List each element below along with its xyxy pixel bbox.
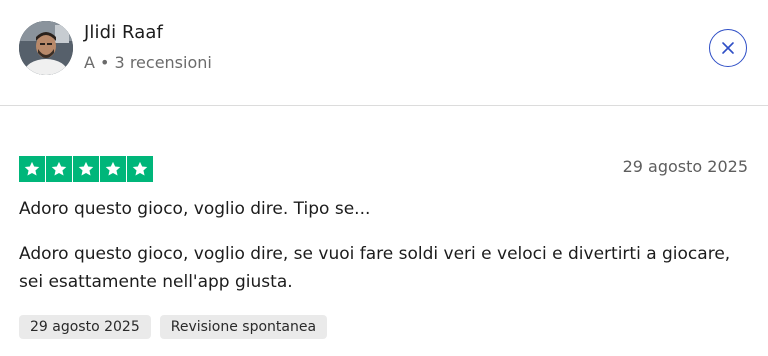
avatar[interactable] bbox=[19, 21, 73, 75]
star-icon bbox=[19, 156, 45, 182]
star-rating bbox=[19, 156, 153, 182]
star-icon bbox=[73, 156, 99, 182]
star-icon bbox=[100, 156, 126, 182]
avatar-image bbox=[19, 21, 73, 75]
header-divider bbox=[0, 105, 768, 106]
star-icon bbox=[127, 156, 153, 182]
review-date: 29 agosto 2025 bbox=[622, 157, 748, 176]
review-text: Adoro questo gioco, voglio dire, se vuoi… bbox=[19, 244, 731, 292]
tag-date: 29 agosto 2025 bbox=[19, 315, 151, 339]
star-icon bbox=[46, 156, 72, 182]
review-tags: 29 agosto 2025 Revisione spontanea bbox=[19, 315, 328, 339]
reviewer-header: Jlidi Raaf A • 3 recensioni bbox=[0, 0, 768, 106]
close-icon bbox=[722, 42, 734, 54]
close-button[interactable] bbox=[709, 29, 747, 67]
review-modal: Jlidi Raaf A • 3 recensioni 29 agosto 20… bbox=[0, 0, 768, 356]
reviewer-name[interactable]: Jlidi Raaf bbox=[84, 22, 163, 43]
tag-spontaneous-review[interactable]: Revisione spontanea bbox=[159, 315, 328, 339]
reviewer-meta: A • 3 recensioni bbox=[84, 53, 212, 72]
review-title: Adoro questo gioco, voglio dire. Tipo se… bbox=[19, 199, 371, 219]
